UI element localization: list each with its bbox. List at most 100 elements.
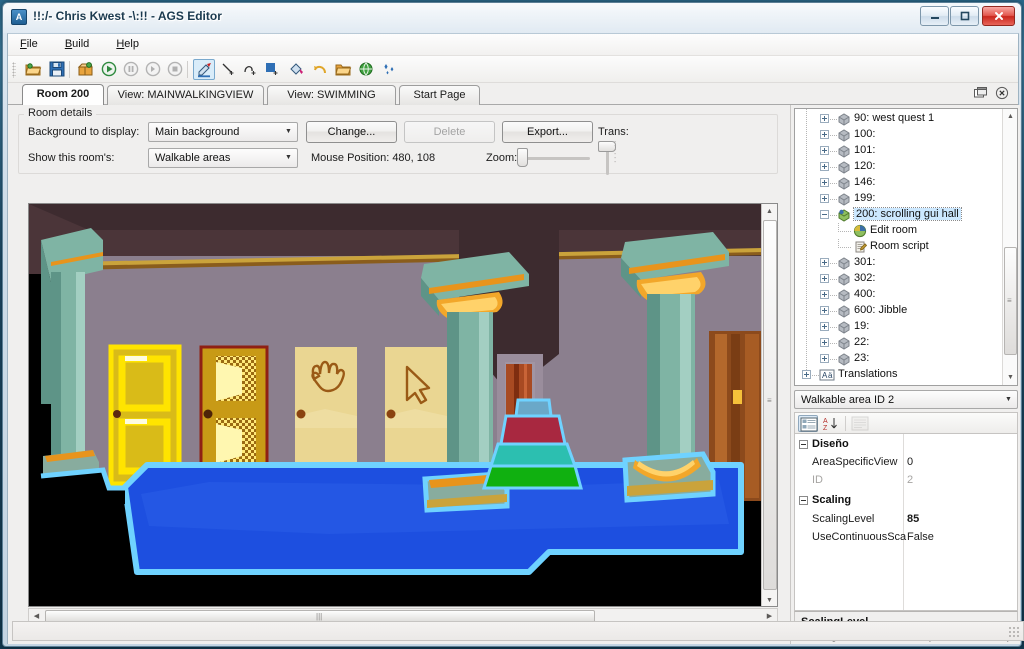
edit-room-icon [853,224,867,238]
tree-node-23[interactable]: 23: [795,351,1001,367]
expander-icon[interactable] [820,274,829,283]
tab-view-swimming[interactable]: View: SWIMMING [267,85,396,105]
resize-grip[interactable] [1008,626,1020,638]
rectangle-tool-icon[interactable] [261,59,283,80]
background-combo[interactable]: Main background ▼ [148,122,298,142]
toolbar-grip[interactable] [12,62,16,78]
expander-icon[interactable] [820,114,829,123]
undo-icon[interactable] [309,59,331,80]
menu-build[interactable]: Build [53,34,101,54]
globe-icon[interactable] [355,59,377,80]
walkable-area-pen-icon[interactable] [193,59,215,80]
expander-icon[interactable] [820,354,829,363]
expander-icon[interactable] [820,338,829,347]
maximize-button[interactable] [950,6,979,26]
save-disk-icon[interactable] [46,59,68,80]
expander-icon[interactable] [820,146,829,155]
tree-node-301[interactable]: 301: [795,255,1001,271]
expander-icon[interactable] [820,130,829,139]
zoom-slider-track[interactable] [518,157,590,160]
property-row-scalinglevel[interactable]: ScalingLevel 85 [795,511,1017,528]
zoom-slider-thumb[interactable] [517,148,528,167]
tree-node-120[interactable]: 120: [795,159,1001,175]
freehand-tool-icon[interactable] [239,59,261,80]
tab-view-mainwalkingview[interactable]: View: MAINWALKINGVIEW [107,85,264,105]
delete-button: Delete [404,121,495,143]
expander-icon[interactable] [802,370,811,379]
tree-node-edit-room[interactable]: Edit room [795,223,1001,239]
expander-icon[interactable] [820,210,829,219]
status-bar [12,621,1024,641]
expander-icon[interactable] [820,178,829,187]
tree-node-90[interactable]: 90: west quest 1 [795,111,1001,127]
property-category-scaling[interactable]: Scaling [795,492,1017,509]
tree-node-146[interactable]: 146: [795,175,1001,191]
tab-start-page[interactable]: Start Page [399,85,480,105]
line-tool-icon[interactable] [217,59,239,80]
export-button[interactable]: Export... [502,121,593,143]
tree-scroll-thumb[interactable]: ≡ [1004,247,1017,355]
property-category-diseno[interactable]: Diseño [795,436,1017,453]
tree-node-translations[interactable]: Aä Translations [795,367,1001,383]
property-pages-icon [850,415,870,432]
vertical-scroll-thumb[interactable]: ≡ [763,220,777,590]
tab-room-200[interactable]: Room 200 [22,84,104,105]
close-button[interactable] [982,6,1015,26]
property-row-areaspecificview[interactable]: AreaSpecificView 0 [795,454,1017,471]
tree-vertical-scrollbar[interactable]: ▲ ≡ ▼ [1002,109,1017,385]
chevron-down-icon: ▼ [285,154,292,161]
stop-icon[interactable] [164,59,186,80]
expander-icon[interactable] [820,162,829,171]
show-room-label: Show this room's: [28,152,115,164]
tree-node-room-script[interactable]: Room script [795,239,1001,255]
project-tree[interactable]: 90: west quest 1 100: 101: 120: 146: 199… [794,108,1018,386]
close-tab-icon[interactable] [994,86,1012,102]
project-explorer-panel: 90: west quest 1 100: 101: 120: 146: 199… [790,105,1020,644]
menu-help[interactable]: Help [104,34,151,54]
tree-node-199[interactable]: 199: [795,191,1001,207]
show-areas-combo[interactable]: Walkable areas ▼ [148,148,298,168]
window-list-icon[interactable] [973,86,991,102]
expander-icon[interactable] [820,290,829,299]
tree-node-101[interactable]: 101: [795,143,1001,159]
menu-file[interactable]: FFileile [8,34,50,54]
run-play-icon[interactable] [98,59,120,80]
expander-icon[interactable] [820,258,829,267]
expander-icon[interactable] [820,306,829,315]
property-object-selector[interactable]: Walkable area ID 2 ▼ [794,390,1018,409]
category-collapse-icon[interactable] [799,496,808,505]
expander-icon[interactable] [820,194,829,203]
package-box-icon[interactable] [74,59,96,80]
open-folder-icon[interactable] [22,59,44,80]
change-button[interactable]: Change... [306,121,397,143]
scroll-up-arrow[interactable]: ▲ [762,204,777,219]
tree-scroll-down-arrow[interactable]: ▼ [1003,370,1017,385]
tree-connector [830,295,837,296]
tree-node-22[interactable]: 22: [795,335,1001,351]
minimize-button[interactable] [920,6,949,26]
import-folder-icon[interactable] [332,59,354,80]
tree-node-302[interactable]: 302: [795,271,1001,287]
alphabetical-sort-icon[interactable]: A Z [821,415,841,432]
room-icon [837,352,851,366]
scroll-down-arrow[interactable]: ▼ [762,593,777,606]
sparkle-icon[interactable] [378,59,400,80]
fill-bucket-icon[interactable] [285,59,307,80]
step-icon[interactable] [142,59,164,80]
tree-node-100[interactable]: 100: [795,127,1001,143]
canvas-vertical-scrollbar[interactable]: ▲ ≡ ▼ [761,204,777,606]
tab-controls [973,86,1012,102]
property-grid[interactable]: Diseño AreaSpecificView 0 ID 2 Scaling S… [794,433,1018,611]
tree-node-200-scrolling-gui-hall[interactable]: 200: scrolling gui hall [795,207,1001,223]
tree-scroll-up-arrow[interactable]: ▲ [1003,109,1017,124]
category-collapse-icon[interactable] [799,440,808,449]
room-canvas[interactable]: ▲ ≡ ▼ [28,203,778,607]
tree-node-19[interactable]: 19: [795,319,1001,335]
room-background-image [29,204,763,592]
expander-icon[interactable] [820,322,829,331]
categorized-view-icon[interactable] [798,415,818,432]
tree-node-400[interactable]: 400: [795,287,1001,303]
pause-icon[interactable] [120,59,142,80]
tree-node-600-jibble[interactable]: 600: Jibble [795,303,1001,319]
property-row-usecontinuousscaling[interactable]: UseContinuousSca False [795,529,1017,546]
